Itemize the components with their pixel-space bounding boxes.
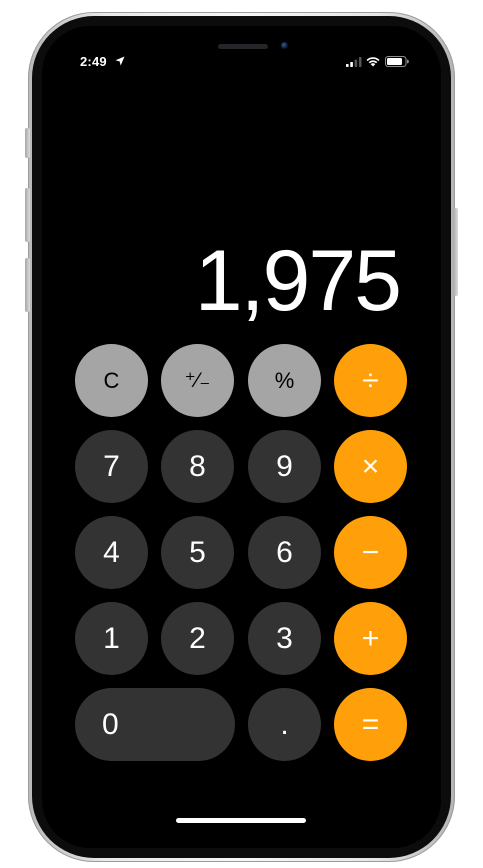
digit-2-label: 2 [189, 621, 206, 655]
percent-button-label: % [274, 367, 295, 393]
digit-3-button[interactable]: 3 [248, 602, 321, 675]
divide-button-label: ÷ [362, 363, 379, 397]
digit-5-button[interactable]: 5 [161, 516, 234, 589]
digit-6-label: 6 [276, 535, 293, 569]
front-camera [281, 42, 288, 49]
battery-icon [385, 56, 409, 67]
digit-9-button[interactable]: 9 [248, 430, 321, 503]
digit-8-label: 8 [189, 449, 206, 483]
decimal-button-label: . [280, 707, 289, 741]
digit-8-button[interactable]: 8 [161, 430, 234, 503]
multiply-button[interactable]: × [334, 430, 407, 503]
volume-up-button [25, 188, 30, 242]
digit-1-button[interactable]: 1 [75, 602, 148, 675]
minus-button[interactable]: − [334, 516, 407, 589]
digit-4-button[interactable]: 4 [75, 516, 148, 589]
digit-0-label: 0 [102, 707, 119, 741]
home-indicator[interactable] [176, 818, 306, 823]
digit-9-label: 9 [276, 449, 293, 483]
action-button [25, 128, 30, 158]
multiply-button-label: × [361, 449, 380, 483]
plus-button-label: + [361, 621, 380, 655]
digit-4-label: 4 [103, 535, 120, 569]
digit-2-button[interactable]: 2 [161, 602, 234, 675]
digit-6-button[interactable]: 6 [248, 516, 321, 589]
result-display: 1,975 [194, 233, 402, 329]
equals-button-label: = [361, 707, 380, 741]
decimal-button[interactable]: . [248, 688, 321, 761]
earpiece-speaker [218, 44, 268, 49]
power-button [453, 208, 458, 296]
plus-minus-button-label: ⁺∕₋ [184, 369, 211, 392]
volume-down-button [25, 258, 30, 312]
divide-button[interactable]: ÷ [334, 344, 407, 417]
clear-button-label: C [103, 367, 120, 393]
wifi-icon [366, 57, 380, 67]
digit-0-button[interactable]: 0 [75, 688, 235, 761]
digit-7-label: 7 [103, 449, 120, 483]
digit-7-button[interactable]: 7 [75, 430, 148, 503]
clear-button[interactable]: C [75, 344, 148, 417]
digit-5-label: 5 [189, 535, 206, 569]
status-time: 2:49 [80, 54, 107, 69]
equals-button[interactable]: = [334, 688, 407, 761]
minus-button-label: − [361, 535, 380, 569]
plus-minus-button[interactable]: ⁺∕₋ [161, 344, 234, 417]
digit-1-label: 1 [103, 621, 120, 655]
digit-3-label: 3 [276, 621, 293, 655]
plus-button[interactable]: + [334, 602, 407, 675]
cellular-signal-icon [346, 57, 362, 67]
location-arrow-icon [115, 56, 125, 66]
percent-button[interactable]: % [248, 344, 321, 417]
